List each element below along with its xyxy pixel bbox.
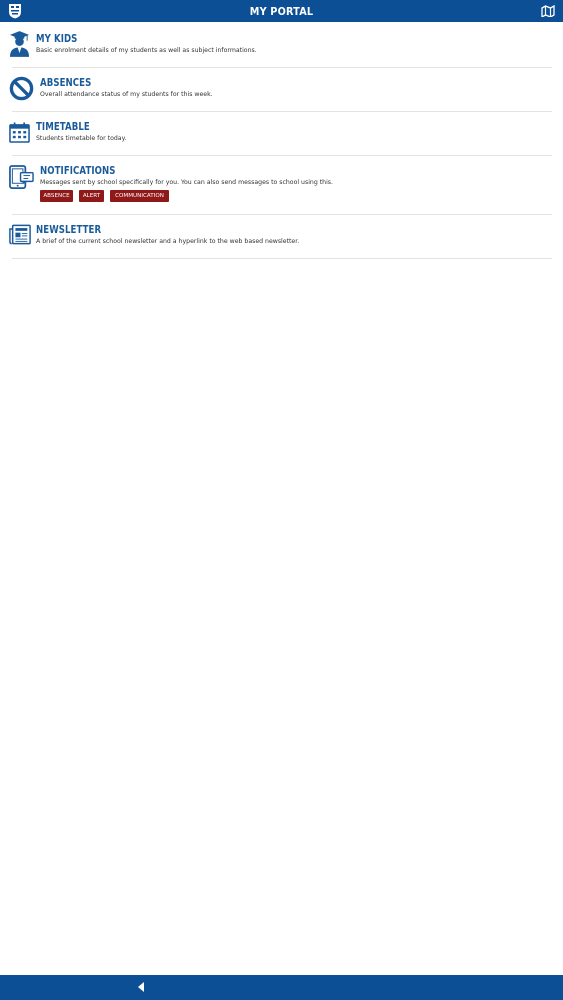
item-title: TIMETABLE xyxy=(36,120,90,133)
no-entry-icon xyxy=(9,76,34,101)
item-title: MY KIDS xyxy=(36,32,78,45)
menu-item-absences[interactable]: ABSENCES Overall attendance status of my… xyxy=(0,70,563,112)
graduate-icon xyxy=(9,31,30,57)
back-arrow-icon[interactable] xyxy=(138,982,144,992)
item-title: NOTIFICATIONS xyxy=(40,164,116,177)
tag-absence-button[interactable]: ABSENCE xyxy=(40,190,73,202)
tag-communication-button[interactable]: COMMUNICATION xyxy=(110,190,169,202)
divider xyxy=(12,214,552,215)
menu-item-notifications[interactable]: NOTIFICATIONS Messages sent by school sp… xyxy=(0,158,563,213)
menu-item-timetable[interactable]: TIMETABLE Students timetable for today. xyxy=(0,114,563,156)
menu-item-newsletter[interactable]: NEWSLETTER A brief of the current school… xyxy=(0,217,563,259)
school-crest-icon[interactable] xyxy=(8,3,22,19)
divider xyxy=(12,67,552,68)
menu-item-my-kids[interactable]: MY KIDS Basic enrolment details of my st… xyxy=(0,26,563,68)
top-bar: MY PORTAL xyxy=(0,0,563,22)
divider xyxy=(12,111,552,112)
divider xyxy=(12,155,552,156)
item-description: Overall attendance status of my students… xyxy=(40,91,213,98)
page-title: MY PORTAL xyxy=(249,5,314,18)
item-description: Students timetable for today. xyxy=(36,135,127,142)
item-title: NEWSLETTER xyxy=(36,223,102,236)
newspaper-icon xyxy=(9,224,31,245)
bottom-nav-bar xyxy=(0,975,563,1000)
divider xyxy=(12,258,552,259)
item-description: Basic enrolment details of my students a… xyxy=(36,47,257,54)
item-description: Messages sent by school specifically for… xyxy=(40,179,333,186)
map-icon[interactable] xyxy=(541,5,555,17)
item-title: ABSENCES xyxy=(40,76,92,89)
tag-alert-button[interactable]: ALERT xyxy=(79,190,104,202)
tablet-message-icon xyxy=(9,165,34,189)
item-description: A brief of the current school newsletter… xyxy=(36,238,300,245)
calendar-icon xyxy=(9,122,30,143)
